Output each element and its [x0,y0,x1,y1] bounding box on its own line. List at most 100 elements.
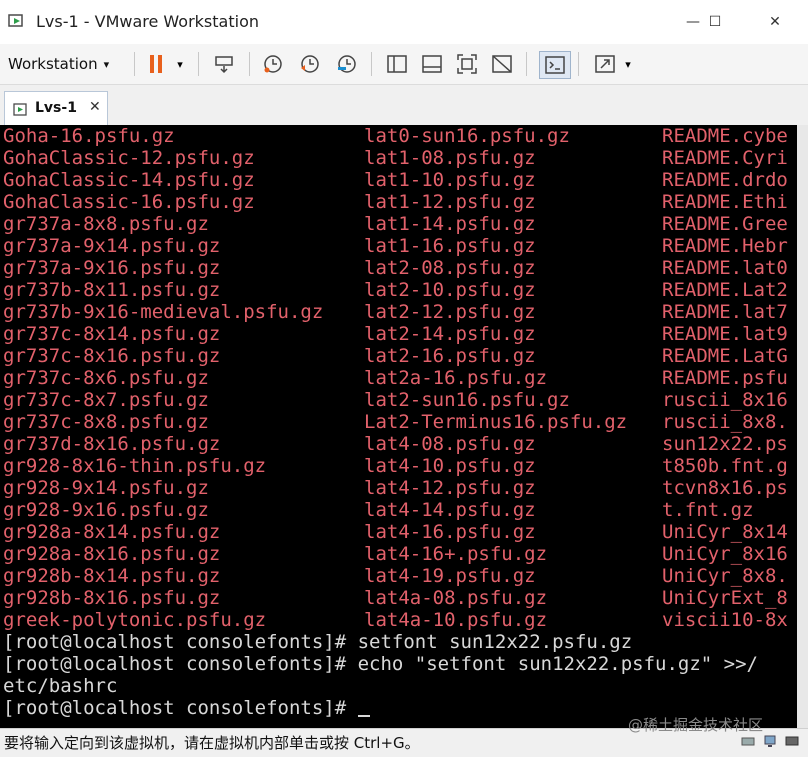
file-entry: lat2-12.psfu.gz [364,301,536,323]
file-entry: gr737c-8x8.psfu.gz [3,411,209,433]
file-entry: lat4-16+.psfu.gz [364,543,548,565]
console-command-line: etc/bashrc [0,675,797,697]
console-line: gr737c-8x6.psfu.gz lat2a-16.psfu.gz README… [0,367,797,389]
file-entry: lat2-10.psfu.gz [364,279,536,301]
file-entry: UniCyr_8x14 [662,521,788,543]
file-entry: viscii10-8x [662,609,788,631]
file-entry: lat4-12.psfu.gz [364,477,536,499]
file-entry: README.psfu [662,367,788,389]
snapshot-manager-button[interactable] [334,51,360,77]
pause-button[interactable] [143,51,169,77]
toolbar-divider [371,52,372,76]
file-entry: t.fnt.gz [662,499,754,521]
file-entry: gr928a-8x16.psfu.gz [3,543,221,565]
file-entry: README.lat9 [662,323,788,345]
file-entry: lat2-14.psfu.gz [364,323,536,345]
vm-console[interactable]: Goha-16.psfu.gz lat0-sun16.psfu.gz README.… [0,125,797,728]
pause-icon [150,55,162,73]
console-line: gr737b-8x11.psfu.gz lat2-10.psfu.gz README… [0,279,797,301]
file-entry: README.Hebr [662,235,788,257]
console-line: gr928b-8x16.psfu.gz lat4a-08.psfu.gz UniCy… [0,587,797,609]
close-button[interactable]: ✕ [752,0,798,44]
show-library-button[interactable] [384,51,410,77]
command-text: [root@localhost consolefonts]# echo "set… [3,653,758,675]
file-entry: gr737b-8x11.psfu.gz [3,279,221,301]
unity-button[interactable] [489,51,515,77]
take-snapshot-button[interactable] [260,51,286,77]
revert-snapshot-button[interactable] [297,51,323,77]
file-entry: lat4-19.psfu.gz [364,565,536,587]
chevron-down-icon: ▾ [625,57,631,71]
file-entry: sun12x22.ps [662,433,788,455]
file-entry: lat4-08.psfu.gz [364,433,536,455]
file-entry: README.cybe [662,125,788,147]
file-entry: lat4a-08.psfu.gz [364,587,548,609]
tab-bar: Lvs-1 ✕ [0,85,808,126]
file-entry: ruscii_8x8. [662,411,788,433]
command-text: [root@localhost consolefonts]# setfont s… [3,631,633,653]
file-entry: gr928b-8x14.psfu.gz [3,565,221,587]
stretch-guest-button[interactable] [592,51,618,77]
full-screen-button[interactable] [454,51,480,77]
toolbar: Workstation ▾ ▾ ▾ [0,44,808,85]
stretch-dropdown[interactable]: ▾ [619,51,637,77]
file-entry: UniCyr_8x16 [662,543,788,565]
network-icon[interactable] [762,733,778,749]
vmware-app-icon [8,12,26,30]
file-entry: README.LatG [662,345,788,367]
file-entry: lat4a-10.psfu.gz [364,609,548,631]
file-entry: gr928b-8x16.psfu.gz [3,587,221,609]
file-entry: README.lat7 [662,301,788,323]
window-title: Lvs-1 - VMware Workstation [36,12,259,31]
hard-disk-icon[interactable] [740,733,756,749]
tab-lvs-1[interactable]: Lvs-1 ✕ [4,91,108,126]
console-line: gr737a-8x8.psfu.gz lat1-14.psfu.gz README.… [0,213,797,235]
console-line: gr928a-8x14.psfu.gz lat4-16.psfu.gz UniCyr… [0,521,797,543]
console-line: gr737c-8x8.psfu.gz Lat2-Terminus16.psfu.g… [0,411,797,433]
usb-icon[interactable] [784,733,800,749]
power-dropdown[interactable]: ▾ [170,51,190,77]
maximize-button[interactable]: ☐ [692,0,738,44]
file-entry: gr737c-8x14.psfu.gz [3,323,221,345]
console-line: Goha-16.psfu.gz lat0-sun16.psfu.gz README.… [0,125,797,147]
file-entry: gr737a-9x16.psfu.gz [3,257,221,279]
console-line: GohaClassic-16.psfu.gz lat1-12.psfu.gz REA… [0,191,797,213]
file-entry: README.Lat2 [662,279,788,301]
file-entry: gr737d-8x16.psfu.gz [3,433,221,455]
revert-snapshot-icon [301,55,319,73]
tab-close-icon[interactable]: ✕ [89,99,101,115]
send-ctrl-alt-del-button[interactable] [211,51,237,77]
console-line: gr737a-9x14.psfu.gz lat1-16.psfu.gz README… [0,235,797,257]
file-entry: README.Cyri [662,147,788,169]
console-line: gr928a-8x16.psfu.gz lat4-16+.psfu.gz UniCy… [0,543,797,565]
chevron-down-icon: ▾ [177,57,183,71]
title-bar: Lvs-1 - VMware Workstation — ☐ ✕ [0,0,808,45]
file-entry: lat2a-16.psfu.gz [364,367,548,389]
console-scrollbar[interactable] [797,125,808,728]
sidebar-view-icon [387,55,407,73]
file-entry: README.lat0 [662,257,788,279]
file-entry: gr737b-9x16-medieval.psfu.gz [3,301,324,323]
file-entry: ruscii_8x16 [662,389,788,411]
command-text: etc/bashrc [3,675,118,697]
workstation-menu[interactable]: Workstation ▾ [8,51,109,77]
send-keys-icon [215,56,233,74]
toolbar-divider [198,52,199,76]
file-entry: gr737a-9x14.psfu.gz [3,235,221,257]
file-entry: lat1-14.psfu.gz [364,213,536,235]
status-message: 要将输入定向到该虚拟机，请在虚拟机内部单击或按 Ctrl+G。 [4,734,420,752]
console-line: gr928-9x14.psfu.gz lat4-12.psfu.gz tcvn8x1… [0,477,797,499]
show-thumbnail-bar-button[interactable] [419,51,445,77]
toolbar-divider [134,52,135,76]
file-entry: Lat2-Terminus16.psfu.gz [364,411,628,433]
console-line: gr928-9x16.psfu.gz lat4-14.psfu.gz t.fnt.g… [0,499,797,521]
toolbar-divider [249,52,250,76]
console-line: gr737a-9x16.psfu.gz lat2-08.psfu.gz README… [0,257,797,279]
console-view-button[interactable] [539,51,571,79]
console-line: gr737c-8x14.psfu.gz lat2-14.psfu.gz README… [0,323,797,345]
file-entry: lat4-14.psfu.gz [364,499,536,521]
command-text: [root@localhost consolefonts]# [3,697,370,719]
snapshot-icon [264,55,282,73]
file-entry: UniCyrExt_8 [662,587,788,609]
console-line: gr737b-9x16-medieval.psfu.gz lat2-12.psfu… [0,301,797,323]
